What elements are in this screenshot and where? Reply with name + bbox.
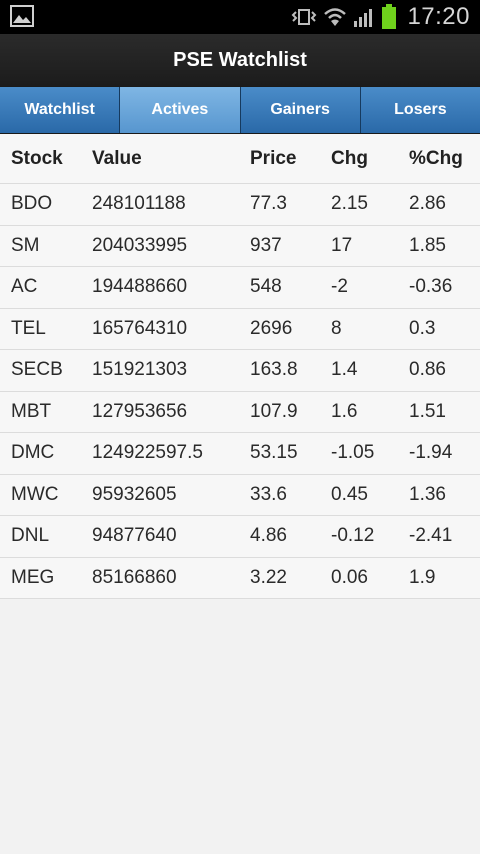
cell-value: 94877640: [92, 525, 177, 547]
cell-pchg: -0.36: [409, 276, 453, 298]
cell-stock: SM: [11, 234, 40, 256]
cell-chg: 17: [331, 234, 353, 256]
cell-chg: -2: [331, 276, 348, 298]
cell-pchg: 1.9: [409, 566, 436, 588]
table-row[interactable]: TEL 165764310 2696 8 0.3: [0, 309, 480, 350]
cell-price: 107.9: [250, 400, 298, 422]
table-row[interactable]: SM 204033995 937 17 1.85: [0, 226, 480, 267]
cell-stock: DMC: [11, 442, 55, 464]
cell-stock: MBT: [11, 400, 52, 422]
battery-icon: [382, 4, 397, 29]
cell-value: 165764310: [92, 317, 188, 339]
cell-pchg: 0.3: [409, 317, 436, 339]
cell-chg: 1.6: [331, 400, 358, 422]
cell-stock: DNL: [11, 525, 50, 547]
cell-pchg: 1.51: [409, 400, 446, 422]
cell-chg: 0.45: [331, 483, 368, 505]
cell-stock: MEG: [11, 566, 55, 588]
tab-actives[interactable]: Actives: [120, 87, 241, 133]
table-row[interactable]: DNL 94877640 4.86 -0.12 -2.41: [0, 516, 480, 558]
cell-chg: -1.05: [331, 442, 375, 464]
cell-value: 124922597.5: [92, 442, 203, 464]
header-value[interactable]: Value: [92, 148, 142, 170]
status-bar: 17:20: [0, 0, 480, 34]
cell-value: 85166860: [92, 566, 177, 588]
vibrate-icon: [292, 9, 317, 25]
table-row[interactable]: MBT 127953656 107.9 1.6 1.51: [0, 392, 480, 433]
cell-price: 2696: [250, 317, 293, 339]
cell-chg: 0.06: [331, 566, 368, 588]
cell-stock: AC: [11, 276, 38, 298]
cell-stock: MWC: [11, 483, 59, 505]
cell-price: 77.3: [250, 193, 287, 215]
table-row[interactable]: BDO 248101188 77.3 2.15 2.86: [0, 184, 480, 226]
wifi-icon: [324, 8, 347, 26]
cell-value: 194488660: [92, 276, 188, 298]
cell-pchg: 0.86: [409, 359, 446, 381]
header-chg[interactable]: Chg: [331, 148, 368, 170]
table-row[interactable]: MWC 95932605 33.6 0.45 1.36: [0, 475, 480, 516]
cell-stock: TEL: [11, 317, 46, 339]
cell-chg: 1.4: [331, 359, 358, 381]
cell-value: 151921303: [92, 359, 188, 381]
cell-value: 248101188: [92, 193, 186, 215]
signal-icon: [354, 9, 373, 27]
cell-chg: -0.12: [331, 525, 375, 547]
cell-pchg: 1.85: [409, 234, 446, 256]
header-stock[interactable]: Stock: [11, 148, 63, 170]
cell-pchg: -1.94: [409, 442, 453, 464]
cell-price: 4.86: [250, 525, 287, 547]
header-pchg[interactable]: %Chg: [409, 148, 463, 170]
clock: 17:20: [407, 3, 470, 30]
page-title: PSE Watchlist: [173, 48, 307, 71]
cell-stock: BDO: [11, 193, 53, 215]
table-row[interactable]: AC 194488660 548 -2 -0.36: [0, 267, 480, 309]
tab-bar: Watchlist Actives Gainers Losers: [0, 86, 480, 134]
cell-price: 53.15: [250, 442, 298, 464]
table-row[interactable]: MEG 85166860 3.22 0.06 1.9: [0, 558, 480, 599]
app-title-bar: PSE Watchlist: [0, 34, 480, 86]
stocks-table: Stock Value Price Chg %Chg BDO 248101188…: [0, 134, 480, 599]
table-row[interactable]: DMC 124922597.5 53.15 -1.05 -1.94: [0, 433, 480, 475]
cell-chg: 8: [331, 317, 342, 339]
cell-price: 937: [250, 234, 282, 256]
cell-pchg: 2.86: [409, 193, 446, 215]
table-header: Stock Value Price Chg %Chg: [0, 134, 480, 184]
cell-value: 127953656: [92, 400, 188, 422]
cell-value: 204033995: [92, 234, 188, 256]
cell-value: 95932605: [92, 483, 177, 505]
gallery-icon: [10, 5, 34, 27]
cell-price: 548: [250, 276, 282, 298]
cell-chg: 2.15: [331, 193, 368, 215]
cell-price: 163.8: [250, 359, 298, 381]
tab-gainers[interactable]: Gainers: [240, 87, 361, 133]
tab-watchlist[interactable]: Watchlist: [0, 87, 121, 133]
cell-stock: SECB: [11, 359, 63, 381]
table-row[interactable]: SECB 151921303 163.8 1.4 0.86: [0, 350, 480, 392]
cell-price: 3.22: [250, 566, 287, 588]
cell-pchg: -2.41: [409, 525, 453, 547]
cell-price: 33.6: [250, 483, 287, 505]
tab-losers[interactable]: Losers: [360, 87, 480, 133]
cell-pchg: 1.36: [409, 483, 446, 505]
header-price[interactable]: Price: [250, 148, 296, 170]
